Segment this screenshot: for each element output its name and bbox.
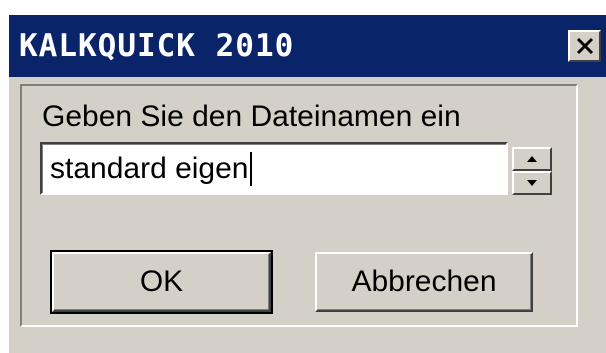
close-icon bbox=[576, 37, 593, 55]
filename-input-value: standard eigen bbox=[50, 151, 249, 185]
text-caret bbox=[249, 151, 252, 186]
filename-prompt-label: Geben Sie den Dateinamen ein bbox=[42, 100, 461, 133]
ok-button[interactable]: OK bbox=[50, 250, 273, 314]
arrow-up-icon bbox=[527, 156, 537, 162]
filename-input[interactable]: standard eigen bbox=[40, 142, 508, 195]
arrow-down-icon bbox=[527, 180, 537, 186]
spinner-up-button[interactable] bbox=[512, 147, 552, 171]
close-button[interactable] bbox=[568, 30, 601, 62]
title-bar[interactable]: KALKQUICK 2010 bbox=[9, 15, 606, 77]
filename-spinner[interactable] bbox=[512, 147, 552, 195]
cancel-button[interactable]: Abbrechen bbox=[315, 252, 533, 312]
window-title: KALKQUICK 2010 bbox=[19, 28, 295, 64]
spinner-down-button[interactable] bbox=[512, 171, 552, 195]
